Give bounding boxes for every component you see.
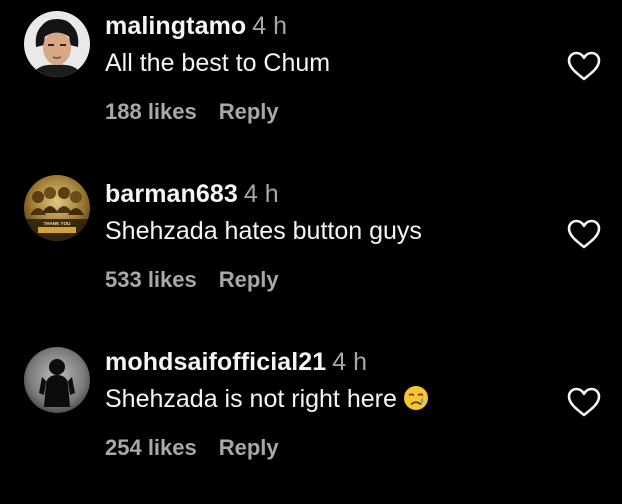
comment-username[interactable]: barman683 [105,180,238,208]
avatar[interactable]: THANK YOU [24,175,90,241]
like-button[interactable] [566,50,602,82]
comment-text: Shehzada hates button guys [105,217,422,245]
comment-header: barman683 4 h [105,179,279,209]
like-count[interactable]: 188 likes [105,99,197,124]
comment-text: Shehzada is not right here [105,383,429,419]
crying-face-emoji-icon [403,385,429,419]
like-count[interactable]: 254 likes [105,435,197,460]
comment-timestamp: 4 h [243,180,279,208]
comment-item: malingtamo 4 h All the best to Chum 188 l… [0,0,622,168]
heart-outline-icon [567,51,601,81]
avatar-poster-text: THANK YOU [44,221,71,226]
like-button[interactable] [566,218,602,250]
comment-meta: 254 likes Reply [105,434,279,462]
comment-item: THANK YOU barman683 4 h Shehzada hates bu… [0,168,622,336]
poster-photo-avatar-icon: THANK YOU [24,175,90,241]
comment-username[interactable]: malingtamo [105,12,246,40]
reply-button[interactable]: Reply [219,435,279,460]
comment-text-content: Shehzada is not right here [105,385,397,413]
comment-username[interactable]: mohdsaifofficial21 [105,348,326,376]
avatar[interactable] [24,347,90,413]
comment-item: mohdsaifofficial21 4 h Shehzada is not ri… [0,336,622,504]
like-button[interactable] [566,386,602,418]
comment-meta: 188 likes Reply [105,98,279,126]
reply-button[interactable]: Reply [219,99,279,124]
reply-button[interactable]: Reply [219,267,279,292]
comment-header: mohdsaifofficial21 4 h [105,347,367,377]
avatar[interactable] [24,11,90,77]
silhouette-avatar-icon [24,347,90,413]
heart-outline-icon [567,219,601,249]
comment-header: malingtamo 4 h [105,11,287,41]
like-count[interactable]: 533 likes [105,267,197,292]
person-photo-avatar-icon [24,11,90,77]
comment-timestamp: 4 h [332,348,368,376]
comment-timestamp: 4 h [252,12,288,40]
comment-text: All the best to Chum [105,49,331,77]
heart-outline-icon [567,387,601,417]
comment-meta: 533 likes Reply [105,266,279,294]
